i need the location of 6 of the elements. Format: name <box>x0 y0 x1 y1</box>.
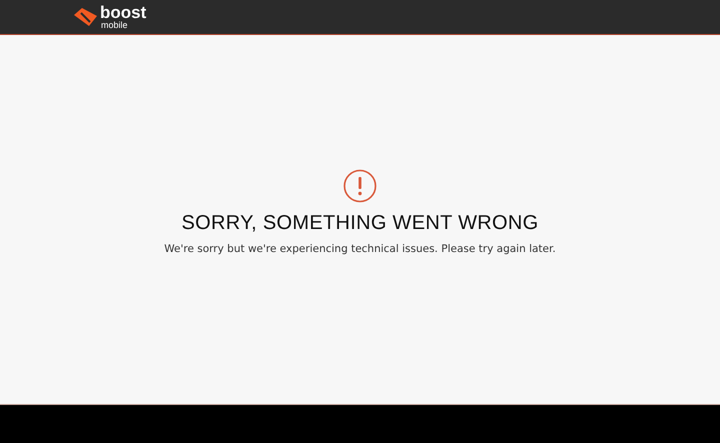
error-title: SORRY, SOMETHING WENT WRONG <box>181 212 539 235</box>
alert-icon <box>343 169 377 203</box>
logo-icon <box>72 7 98 27</box>
logo-tagline: mobile <box>100 20 129 30</box>
logo-name: boost <box>100 4 146 20</box>
error-message: We're sorry but we're experiencing technical issues. Please try again later. <box>164 243 556 255</box>
